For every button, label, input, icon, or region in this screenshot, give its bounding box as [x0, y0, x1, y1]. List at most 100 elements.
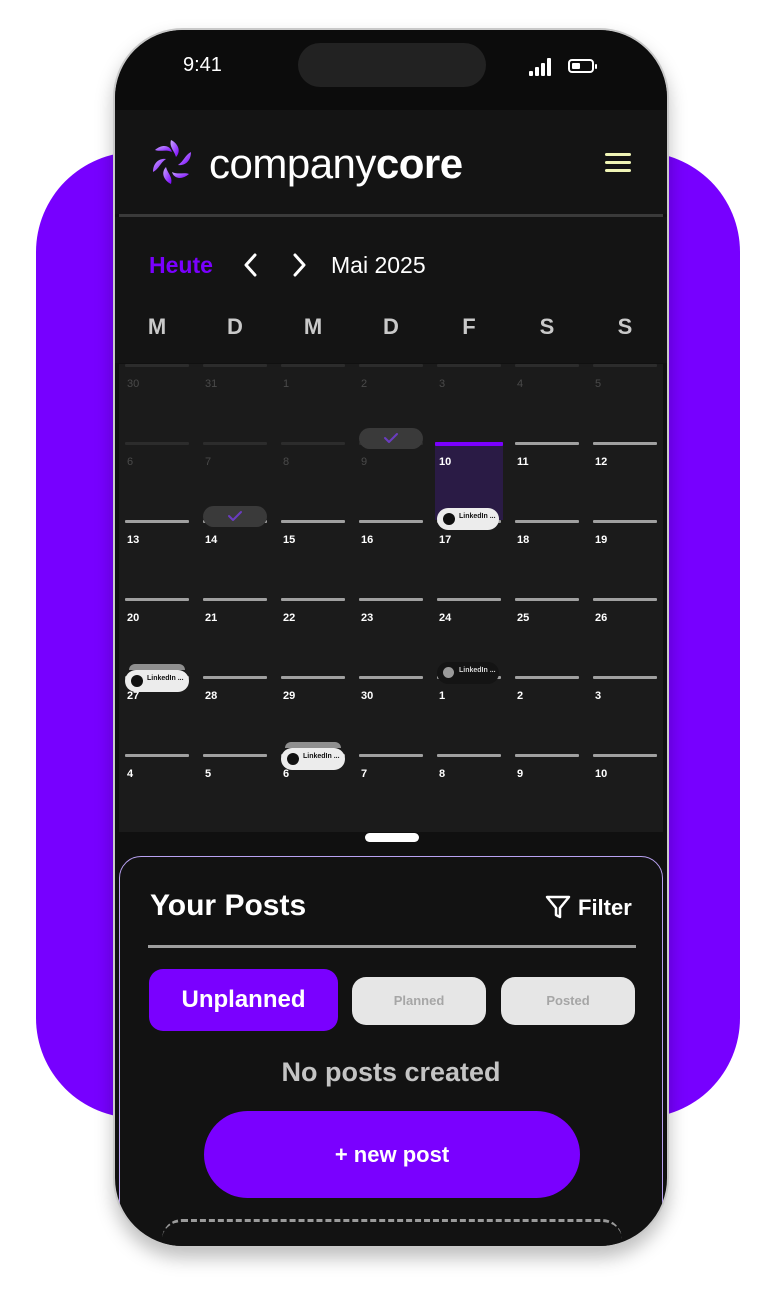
calendar-day[interactable]: 8: [435, 754, 503, 832]
day-number: 23: [361, 612, 374, 624]
calendar-day[interactable]: 5: [591, 364, 659, 442]
panel-divider: [148, 945, 636, 948]
completed-post-pill[interactable]: [359, 428, 423, 449]
calendar-day[interactable]: 8: [279, 442, 347, 520]
calendar-day[interactable]: 14: [201, 520, 269, 598]
calendar-grid: 30 31 1 2 3 4 5 6 7 8 9 10 11 12 13 14 15 16 17 18 19 20 21 22 2…: [119, 364, 663, 832]
post-chip[interactable]: LinkedIn ...: [437, 662, 499, 684]
day-divider: [515, 442, 579, 445]
day-number: 10: [595, 768, 608, 780]
day-number: 7: [205, 456, 212, 468]
calendar-day[interactable]: 25: [513, 598, 581, 676]
app-header: companycore: [115, 110, 667, 214]
day-number: 14: [205, 534, 218, 546]
calendar-day[interactable]: 7: [357, 754, 425, 832]
calendar-day[interactable]: 16: [357, 520, 425, 598]
day-divider: [203, 754, 267, 757]
day-number: 11: [517, 456, 529, 468]
day-number: 8: [439, 768, 446, 780]
day-divider: [359, 754, 423, 757]
day-number: 4: [517, 378, 524, 390]
calendar-day[interactable]: 31: [201, 364, 269, 442]
chevron-right-icon[interactable]: [289, 252, 309, 278]
filter-label: Filter: [578, 895, 632, 920]
day-divider: [281, 676, 345, 679]
weekday-sat: S: [539, 314, 555, 339]
post-chip[interactable]: LinkedIn ...: [437, 508, 499, 530]
day-divider: [437, 364, 501, 367]
day-divider: [203, 676, 267, 679]
day-number: 6: [283, 768, 290, 780]
day-number: 5: [205, 768, 212, 780]
hamburger-menu-icon[interactable]: [605, 153, 633, 175]
calendar-day[interactable]: 3: [435, 364, 503, 442]
calendar-day[interactable]: 9: [513, 754, 581, 832]
calendar-day[interactable]: 6: [123, 442, 191, 520]
day-number: 1: [439, 690, 446, 702]
completed-post-pill[interactable]: [203, 506, 267, 527]
calendar-day[interactable]: 13: [123, 520, 191, 598]
calendar-day[interactable]: 17: [435, 520, 503, 598]
calendar-day[interactable]: 28: [201, 676, 269, 754]
calendar-day[interactable]: 26: [591, 598, 659, 676]
calendar-day[interactable]: 11: [513, 442, 581, 520]
new-post-button[interactable]: + new post: [204, 1111, 580, 1198]
calendar-day[interactable]: 10: [591, 754, 659, 832]
calendar-toolbar: [115, 217, 667, 363]
day-number: 10: [439, 456, 452, 468]
post-chip[interactable]: LinkedIn ...: [281, 748, 345, 770]
calendar-day[interactable]: 5: [201, 754, 269, 832]
day-number: 25: [517, 612, 530, 624]
calendar-day[interactable]: 19: [591, 520, 659, 598]
day-divider: [593, 442, 657, 445]
day-divider: [593, 676, 657, 679]
calendar-day[interactable]: 22: [279, 598, 347, 676]
calendar-day[interactable]: 23: [357, 598, 425, 676]
day-number: 9: [517, 768, 524, 780]
calendar-day[interactable]: 1: [435, 676, 503, 754]
avatar-dot-icon: [443, 667, 454, 678]
calendar-day[interactable]: 1: [279, 364, 347, 442]
post-chip-label: LinkedIn ...: [147, 675, 184, 682]
empty-state-text: No posts created: [281, 1057, 501, 1087]
calendar-day[interactable]: 15: [279, 520, 347, 598]
day-divider: [359, 520, 423, 523]
tab-posted[interactable]: Posted: [501, 977, 635, 1025]
calendar-day[interactable]: 30: [123, 364, 191, 442]
day-number: 4: [127, 768, 134, 780]
calendar-day[interactable]: 2: [513, 676, 581, 754]
tab-unplanned[interactable]: Unplanned: [149, 969, 338, 1031]
day-number: 8: [283, 456, 290, 468]
brand-name: companycore: [209, 140, 463, 188]
post-chip[interactable]: LinkedIn ...: [125, 670, 189, 692]
day-divider: [281, 598, 345, 601]
calendar-day[interactable]: 9: [357, 442, 425, 520]
calendar-day[interactable]: 18: [513, 520, 581, 598]
day-divider: [593, 754, 657, 757]
day-number: 20: [127, 612, 140, 624]
day-divider: [437, 754, 501, 757]
day-number: 15: [283, 534, 296, 546]
chevron-left-icon[interactable]: [241, 252, 261, 278]
day-number: 31: [205, 378, 218, 390]
post-chip-label: LinkedIn ...: [459, 667, 496, 674]
day-divider: [359, 676, 423, 679]
calendar-day[interactable]: 30: [357, 676, 425, 754]
sheet-drag-handle[interactable]: [365, 833, 419, 842]
calendar-day[interactable]: 4: [513, 364, 581, 442]
calendar-day[interactable]: 4: [123, 754, 191, 832]
month-label: Mai 2025: [331, 252, 426, 278]
day-number: 12: [595, 456, 608, 468]
calendar-day[interactable]: 12: [591, 442, 659, 520]
day-divider: [515, 754, 579, 757]
day-number: 13: [127, 534, 140, 546]
avatar-dot-icon: [287, 753, 299, 765]
battery-icon: [568, 59, 597, 73]
calendar-day[interactable]: 21: [201, 598, 269, 676]
day-divider: [125, 442, 189, 445]
calendar-day[interactable]: 3: [591, 676, 659, 754]
day-divider: [515, 598, 579, 601]
tab-planned[interactable]: Planned: [352, 977, 486, 1025]
today-button[interactable]: Heute: [149, 252, 213, 279]
post-chip-label: LinkedIn ...: [303, 753, 340, 760]
